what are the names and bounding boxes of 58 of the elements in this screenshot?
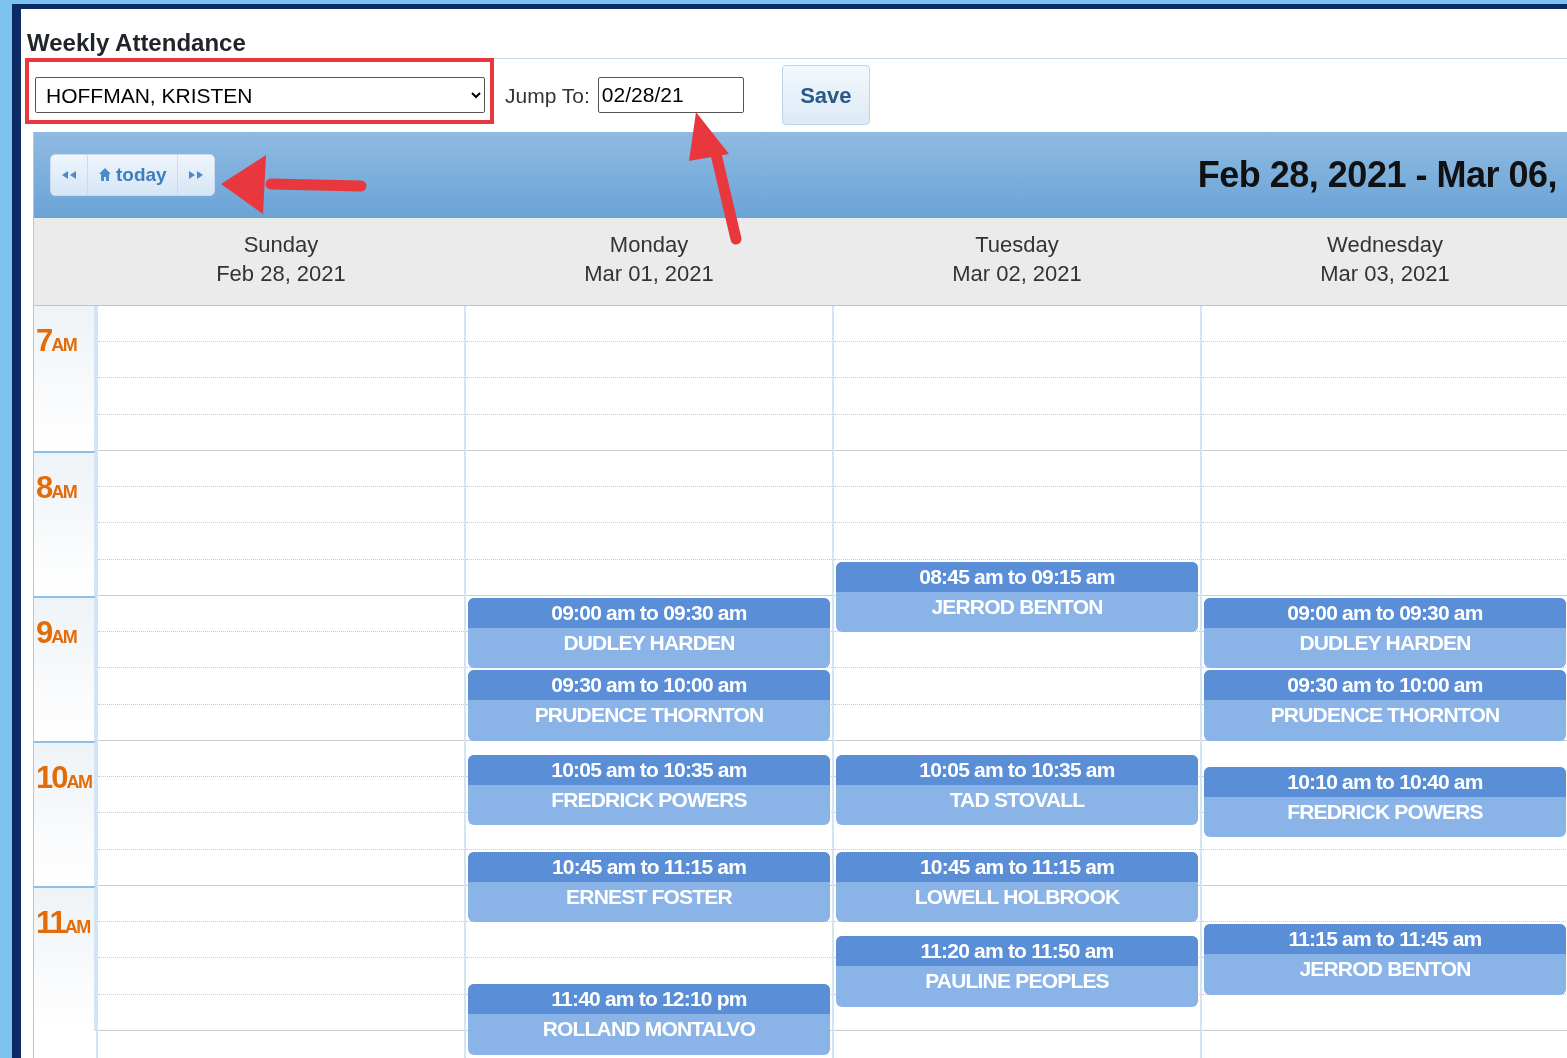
home-icon	[98, 167, 112, 183]
appointment-block[interactable]: 11:15 am to 11:45 am JERROD BENTON	[1204, 924, 1566, 995]
student-name: ROLLAND MONTALVO	[541, 1016, 757, 1043]
double-left-arrow-icon	[61, 169, 77, 180]
day-header: Wednesday Mar 03, 2021	[1319, 230, 1451, 289]
page-title: Weekly Attendance	[27, 29, 247, 58]
student-name: DUDLEY HARDEN	[562, 629, 736, 656]
appointment-block[interactable]: 10:05 am to 10:35 am TAD STOVALL	[836, 754, 1198, 826]
jump-to-date-field[interactable]: 02/28/21	[597, 77, 744, 114]
student-name: ERNEST FOSTER	[565, 883, 733, 910]
appointment-block[interactable]: 10:45 am to 11:15 am LOWELL HOLBROOK	[836, 851, 1198, 923]
appointment-block[interactable]: 10:45 am to 11:15 am ERNEST FOSTER	[468, 851, 830, 923]
day-header: Monday Mar 01, 2021	[583, 230, 715, 289]
today-button[interactable]: today	[87, 154, 177, 195]
day-header: Tuesday Mar 02, 2021	[951, 230, 1083, 289]
appointment-time: 10:10 am to 10:40 am	[1204, 766, 1566, 797]
appointment-block[interactable]: 11:40 am to 12:10 pm ROLLAND MONTALVO	[468, 984, 830, 1055]
hour-label: 11AM	[34, 885, 96, 1031]
hour-label: 9AM	[34, 595, 96, 741]
student-name: DUDLEY HARDEN	[1298, 629, 1472, 656]
student-select[interactable]: HOFFMAN, KRISTEN	[35, 77, 485, 114]
appointment-block[interactable]: 10:05 am to 10:35 am FREDRICK POWERS	[468, 754, 830, 826]
appointment-time: 09:30 am to 10:00 am	[1204, 670, 1566, 701]
student-name: FREDRICK POWERS	[1286, 798, 1484, 825]
appointment-time: 10:05 am to 10:35 am	[468, 754, 830, 785]
appointment-block[interactable]: 10:10 am to 10:40 am FREDRICK POWERS	[1204, 766, 1566, 838]
day-header: Sunday Feb 28, 2021	[215, 230, 347, 289]
appointment-block[interactable]: 08:45 am to 09:15 am JERROD BENTON	[836, 561, 1198, 633]
appointment-time: 09:30 am to 10:00 am	[468, 670, 830, 701]
date-range-title: Feb 28, 2021 - Mar 06,	[1197, 152, 1557, 197]
student-name: TAD STOVALL	[948, 786, 1086, 813]
hour-label: 8AM	[34, 450, 96, 596]
student-name: FREDRICK POWERS	[550, 786, 748, 813]
student-name: LOWELL HOLBROOK	[913, 883, 1121, 910]
appointment-time: 10:45 am to 11:15 am	[468, 851, 830, 882]
appointment-time: 10:05 am to 10:35 am	[836, 754, 1198, 785]
hour-label: 10AM	[34, 740, 96, 886]
appointment-block[interactable]: 09:30 am to 10:00 am PRUDENCE THORNTON	[1204, 670, 1566, 741]
jump-to-label: Jump To:	[505, 82, 590, 109]
appointment-block[interactable]: 09:30 am to 10:00 am PRUDENCE THORNTON	[468, 670, 830, 741]
save-button[interactable]: Save	[781, 65, 870, 126]
student-name: PRUDENCE THORNTON	[533, 702, 765, 729]
appointment-time: 08:45 am to 09:15 am	[836, 561, 1198, 592]
student-name: JERROD BENTON	[1298, 956, 1472, 983]
appointment-time: 09:00 am to 09:30 am	[1204, 597, 1566, 628]
appointment-time: 09:00 am to 09:30 am	[468, 597, 830, 628]
appointment-time: 10:45 am to 11:15 am	[836, 851, 1198, 882]
appointment-block[interactable]: 09:00 am to 09:30 am DUDLEY HARDEN	[1204, 597, 1566, 669]
appointment-time: 11:40 am to 12:10 pm	[468, 984, 830, 1015]
student-name: PRUDENCE THORNTON	[1269, 702, 1501, 729]
appointment-block[interactable]: 11:20 am to 11:50 am PAULINE PEOPLES	[836, 936, 1198, 1007]
appointment-time: 11:15 am to 11:45 am	[1204, 924, 1566, 955]
hour-label: 7AM	[34, 305, 96, 451]
student-name: JERROD BENTON	[930, 593, 1104, 620]
student-name: PAULINE PEOPLES	[924, 968, 1110, 995]
double-right-arrow-icon	[187, 169, 204, 180]
appointment-time: 11:20 am to 11:50 am	[836, 936, 1198, 967]
appointment-block[interactable]: 09:00 am to 09:30 am DUDLEY HARDEN	[468, 597, 830, 669]
